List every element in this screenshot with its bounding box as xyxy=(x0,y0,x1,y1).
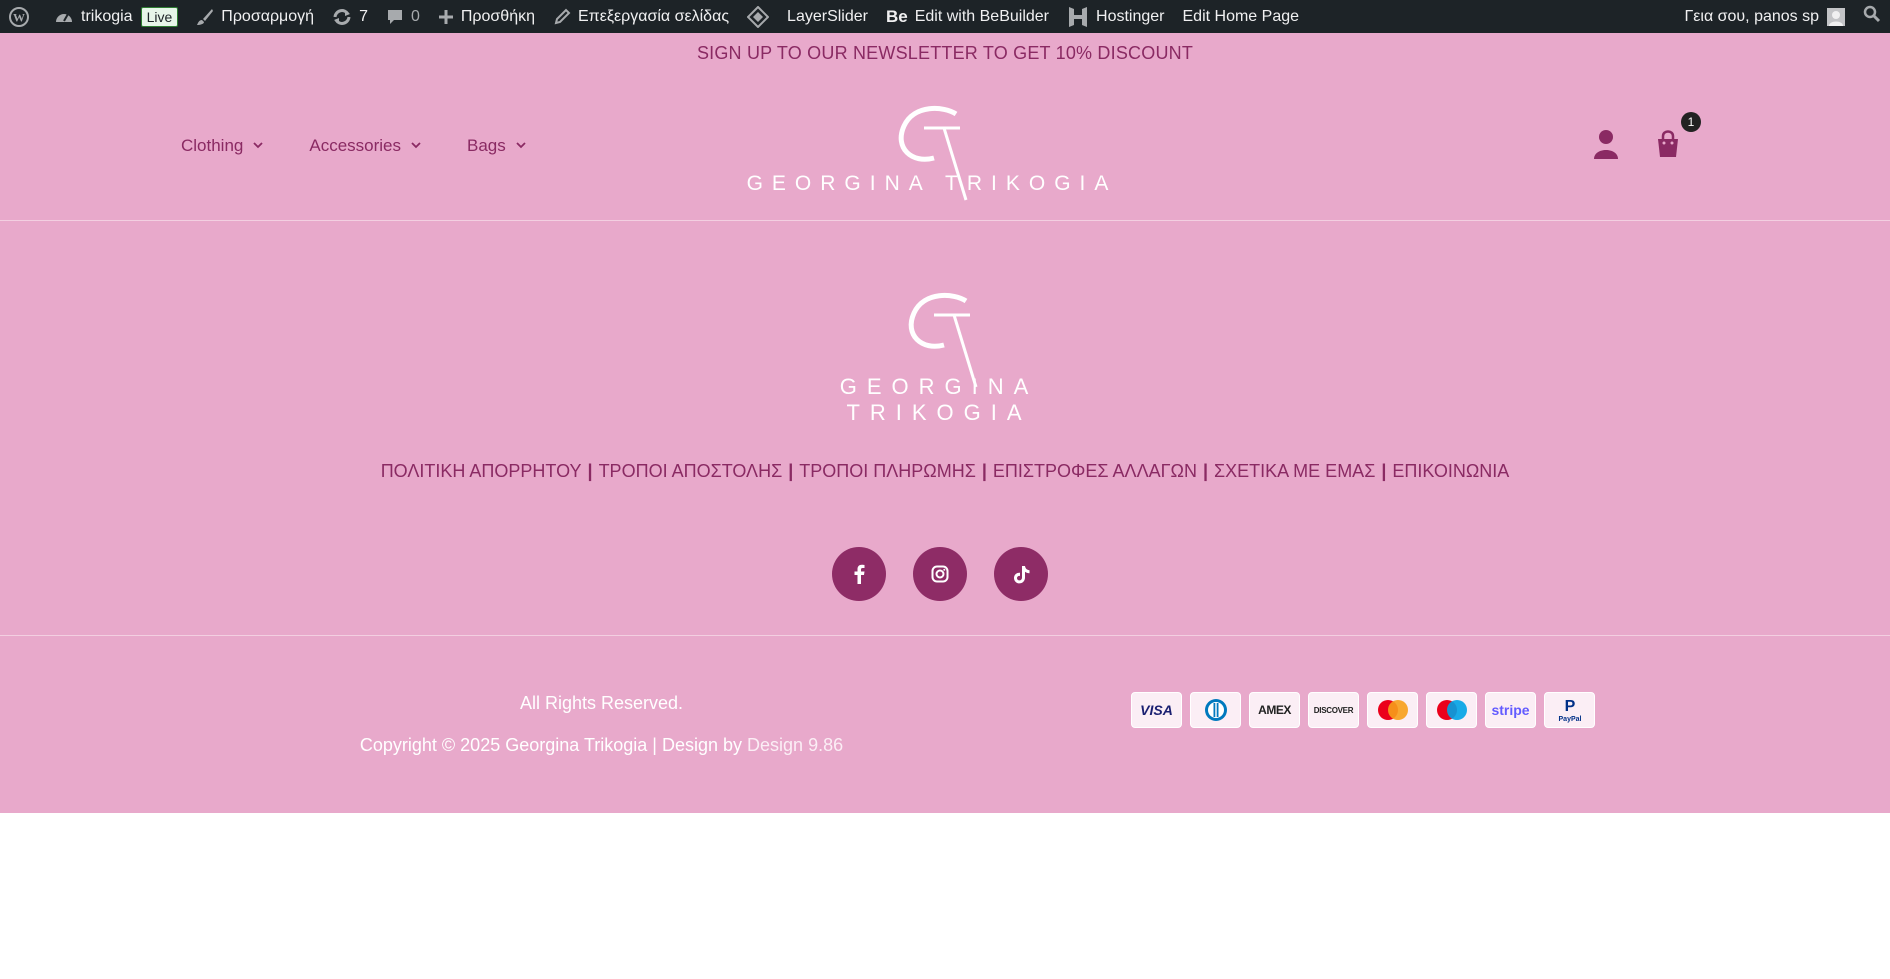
designer-link[interactable]: Design 9.86 xyxy=(747,735,843,755)
nav-item-label: Bags xyxy=(467,136,506,155)
bebuilder-label: Edit with BeBuilder xyxy=(914,7,1050,25)
svg-text:P: P xyxy=(1564,698,1575,715)
svg-text:W: W xyxy=(13,10,25,24)
footer-links: ΠΟΛΙΤΙΚΗ ΑΠΟΡΡΗΤΟΥ | ΤΡΟΠΟΙ ΑΠΟΣΤΟΛΗΣ | ΤΡΟΠ… xyxy=(0,461,1890,482)
site-logo-text: GEORGINA TRIKOGIA xyxy=(746,172,1118,195)
updates-button[interactable]: 7 xyxy=(323,0,377,33)
main-nav: Clothing Accessories Bags xyxy=(181,136,526,156)
layerslider-button[interactable]: LayerSlider xyxy=(738,0,877,33)
site-content: SIGN UP TO OUR NEWSLETTER TO GET 10% DIS… xyxy=(0,33,1890,813)
social-links xyxy=(832,547,1048,601)
footer-link-payment[interactable]: ΤΡΟΠΟΙ ΠΛΗΡΩΜΗΣ xyxy=(799,461,976,481)
footer-link-privacy[interactable]: ΠΟΛΙΤΙΚΗ ΑΠΟΡΡΗΤΟΥ xyxy=(381,461,582,481)
new-content-label: Προσθήκη xyxy=(460,7,535,25)
edit-page-label: Επεξεργασία σελίδας xyxy=(578,7,730,25)
footer-link-about[interactable]: ΣΧΕΤΙΚΑ ΜΕ ΕΜΑΣ xyxy=(1214,461,1375,481)
tiktok-icon xyxy=(1013,565,1029,583)
wordpress-logo-button[interactable]: W xyxy=(0,0,45,33)
stripe-icon: stripe xyxy=(1485,692,1536,728)
nav-item-clothing[interactable]: Clothing xyxy=(181,136,264,156)
footer-link-separator: | xyxy=(788,461,794,481)
greeting-label: Γεια σου, panos sp xyxy=(1684,7,1819,25)
payment-methods: VISA AMEX DISCOVER stripe P PayPal xyxy=(1131,692,1595,728)
footer-link-separator: | xyxy=(587,461,593,481)
instagram-button[interactable] xyxy=(913,547,967,601)
comment-icon xyxy=(386,8,404,26)
dashboard-icon xyxy=(54,8,74,26)
footer-link-separator: | xyxy=(1202,461,1209,481)
customize-label: Προσαρμογή xyxy=(221,7,315,25)
site-name: trikogia xyxy=(81,7,133,25)
updates-count: 7 xyxy=(359,7,368,25)
footer-divider xyxy=(0,635,1890,636)
tiktok-button[interactable] xyxy=(994,547,1048,601)
footer-link-returns[interactable]: ΕΠΙΣΤΡΟΦΕΣ ΑΛΛΑΓΩΝ xyxy=(993,461,1197,481)
diners-club-icon xyxy=(1190,692,1241,728)
nav-item-accessories[interactable]: Accessories xyxy=(309,136,421,156)
facebook-icon xyxy=(854,564,865,584)
live-badge: Live xyxy=(140,6,179,27)
hostinger-icon xyxy=(1067,6,1089,28)
discover-icon: DISCOVER xyxy=(1308,692,1359,728)
hostinger-button[interactable]: Hostinger xyxy=(1058,0,1173,33)
nav-item-label: Accessories xyxy=(309,136,402,155)
chevron-down-icon xyxy=(516,140,526,152)
paypal-icon: P PayPal xyxy=(1544,692,1595,728)
admin-bar-right: Γεια σου, panos sp xyxy=(1675,0,1890,33)
nav-item-bags[interactable]: Bags xyxy=(467,136,526,156)
wordpress-icon: W xyxy=(9,6,29,27)
layerslider-label: LayerSlider xyxy=(787,7,868,25)
account-icon[interactable] xyxy=(1593,129,1619,164)
bebuilder-icon: Be xyxy=(885,6,908,26)
new-content-button[interactable]: Προσθήκη xyxy=(429,0,544,33)
amex-icon: AMEX xyxy=(1249,692,1300,728)
footer-logo-text: GEORGINA TRIKOGIA xyxy=(839,374,1039,425)
chevron-down-icon xyxy=(411,140,421,152)
maestro-icon xyxy=(1426,692,1477,728)
shopping-bag-icon xyxy=(1658,130,1678,157)
cart-count-badge: 1 xyxy=(1681,112,1701,132)
site-name-menu[interactable]: trikogia Live xyxy=(45,0,187,33)
admin-bar: W trikogia Live Προσαρμογή 7 0 Προσθήκη xyxy=(0,0,1890,33)
hostinger-label: Hostinger xyxy=(1096,7,1165,25)
header-icons: 1 xyxy=(1593,112,1701,164)
visa-icon: VISA xyxy=(1131,692,1182,728)
footer-link-separator: | xyxy=(1381,461,1387,481)
bebuilder-button[interactable]: Be Edit with BeBuilder xyxy=(877,0,1058,33)
footer-link-shipping[interactable]: ΤΡΟΠΟΙ ΑΠΟΣΤΟΛΗΣ xyxy=(599,461,783,481)
nav-item-label: Clothing xyxy=(181,136,244,155)
edit-home-page-button[interactable]: Edit Home Page xyxy=(1174,0,1309,33)
chevron-down-icon xyxy=(253,140,264,152)
facebook-button[interactable] xyxy=(832,547,886,601)
search-icon xyxy=(1863,5,1881,28)
cart-button[interactable]: 1 xyxy=(1655,112,1701,163)
footer-link-separator: | xyxy=(981,461,987,481)
comments-count: 0 xyxy=(410,7,420,25)
comments-button[interactable]: 0 xyxy=(377,0,429,33)
copyright-text: Copyright © 2025 Georgina Trikogia | Des… xyxy=(359,735,743,755)
layerslider-icon xyxy=(747,5,770,28)
edit-home-page-label: Edit Home Page xyxy=(1182,7,1300,25)
customize-button[interactable]: Προσαρμογή xyxy=(187,0,323,33)
rights-text: All Rights Reserved. xyxy=(519,693,684,713)
instagram-icon xyxy=(931,565,949,583)
avatar xyxy=(1827,7,1845,26)
admin-search-button[interactable] xyxy=(1854,0,1890,33)
copyright-line: Copyright © 2025 Georgina Trikogia | Des… xyxy=(0,735,1203,756)
updates-icon xyxy=(332,8,352,26)
plus-icon xyxy=(438,9,454,25)
account-menu[interactable]: Γεια σου, panos sp xyxy=(1675,0,1854,33)
footer-link-contact[interactable]: ΕΠΙΚΟΙΝΩΝΙΑ xyxy=(1392,461,1509,481)
edit-page-button[interactable]: Επεξεργασία σελίδας xyxy=(544,0,738,33)
newsletter-banner[interactable]: SIGN UP TO OUR NEWSLETTER TO GET 10% DIS… xyxy=(0,43,1890,64)
header-divider xyxy=(0,220,1890,221)
mastercard-icon xyxy=(1367,692,1418,728)
pencil-icon xyxy=(553,8,571,26)
svg-text:PayPal: PayPal xyxy=(1558,716,1581,723)
paintbrush-icon xyxy=(196,8,214,26)
